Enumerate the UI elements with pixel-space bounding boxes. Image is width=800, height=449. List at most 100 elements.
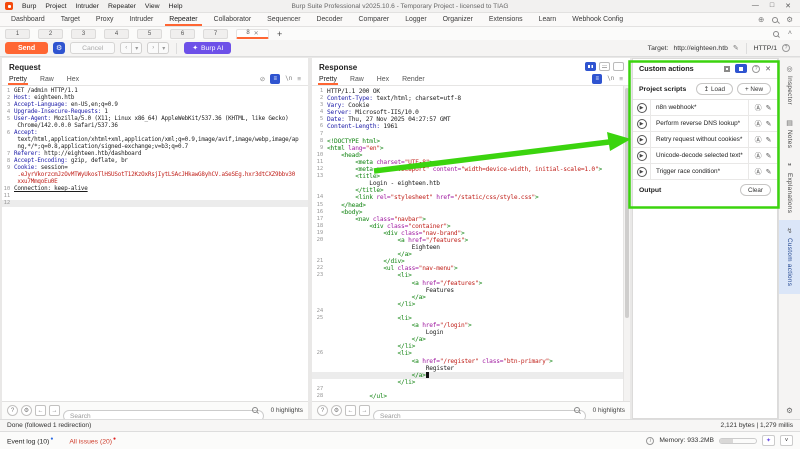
response-tab-hex[interactable]: Hex	[377, 73, 389, 85]
menu-intruder[interactable]: Intruder	[76, 3, 99, 10]
layout-columns-icon[interactable]	[585, 62, 596, 71]
close-button[interactable]: ✕	[785, 2, 791, 10]
newline-toggle-icon[interactable]: \n	[285, 76, 292, 82]
run-script-button[interactable]: ▶	[637, 151, 647, 161]
repeater-tab-6[interactable]: 6	[170, 29, 195, 39]
menu-view[interactable]: View	[145, 3, 160, 10]
main-tab-comparer[interactable]: Comparer	[351, 13, 398, 26]
http-version-help-icon[interactable]: ?	[782, 44, 790, 52]
prettify-toggle-icon[interactable]: ≡	[270, 74, 280, 84]
run-script-button[interactable]: ▶	[637, 103, 647, 113]
edit-script-icon[interactable]: ✎	[766, 104, 772, 112]
request-editor[interactable]: 1GET /admin HTTP/1.12Host: eighteen.htb3…	[2, 86, 308, 401]
repeater-tab-4[interactable]: 4	[104, 29, 129, 39]
main-tab-intruder[interactable]: Intruder	[122, 13, 162, 26]
editor-menu-icon[interactable]: ≡	[619, 76, 623, 83]
repeater-tab-7[interactable]: 7	[203, 29, 228, 39]
repeater-tab-1[interactable]: 1	[5, 29, 30, 39]
repeater-tab-3[interactable]: 3	[71, 29, 96, 39]
response-editor[interactable]: 1HTTP/1.1 200 OK2Content-Type: text/html…	[312, 86, 630, 401]
maximize-button[interactable]: □	[770, 2, 774, 10]
tab-close-icon[interactable]: ✕	[254, 30, 259, 37]
repeater-tab-5[interactable]: 5	[137, 29, 162, 39]
main-tab-repeater[interactable]: Repeater	[161, 13, 205, 26]
repeater-tab-2[interactable]: 2	[38, 29, 63, 39]
settings-gear-icon[interactable]: ⚙	[786, 15, 793, 24]
globe-icon[interactable]: ⊕	[758, 15, 764, 24]
menu-repeater[interactable]: Repeater	[108, 3, 136, 10]
http-version-label[interactable]: HTTP/1	[754, 45, 777, 52]
panel-view-toggle-icon[interactable]	[735, 64, 747, 73]
search-settings-icon[interactable]: ⚙	[331, 405, 342, 416]
menu-project[interactable]: Project	[45, 3, 66, 10]
main-tab-learn[interactable]: Learn	[531, 13, 565, 26]
send-button[interactable]: Send	[5, 42, 48, 54]
ai-action-icon[interactable]: Ⓐ	[755, 103, 762, 113]
find-next-button[interactable]: →	[359, 405, 370, 416]
newline-toggle-icon[interactable]: \n	[607, 76, 614, 82]
main-tab-logger[interactable]: Logger	[397, 13, 434, 26]
history-back-button[interactable]: ‹	[120, 42, 132, 54]
main-tab-collaborator[interactable]: Collaborator	[206, 13, 260, 26]
menu-help[interactable]: Help	[169, 3, 183, 10]
collapse-icon[interactable]: ˄	[788, 30, 792, 37]
sidebar-settings-gear-icon[interactable]: ⚙	[779, 406, 800, 419]
search-settings-icon[interactable]: ⚙	[21, 405, 32, 416]
find-previous-button[interactable]: ←	[345, 405, 356, 416]
all-issues-link[interactable]: All issues (20)●	[69, 436, 116, 445]
burp-ai-button[interactable]: ✦ Burp AI	[184, 42, 231, 54]
ai-action-icon[interactable]: Ⓐ	[755, 119, 762, 129]
edit-script-icon[interactable]: ✎	[766, 168, 772, 176]
sidebar-tab-notes[interactable]: ▤Notes	[779, 112, 800, 155]
edit-target-pencil-icon[interactable]: ✎	[733, 44, 739, 52]
edit-script-icon[interactable]: ✎	[766, 120, 772, 128]
main-tab-organizer[interactable]: Organizer	[435, 13, 481, 26]
custom-actions-help-icon[interactable]: ?	[752, 65, 760, 73]
history-forward-dropdown[interactable]: ▾	[159, 42, 169, 54]
compact-view-toggle-icon[interactable]	[724, 66, 730, 72]
burp-ai-credits-icon[interactable]: ✦	[762, 435, 775, 446]
response-tab-render[interactable]: Render	[402, 73, 425, 85]
main-tab-sequencer[interactable]: Sequencer	[259, 13, 308, 26]
layout-rows-icon[interactable]	[599, 62, 610, 71]
custom-actions-close-icon[interactable]: ✕	[765, 65, 771, 73]
main-tab-target[interactable]: Target	[53, 13, 88, 26]
statusbar-dropdown-icon[interactable]: ˅	[780, 435, 793, 446]
edit-script-icon[interactable]: ✎	[766, 152, 772, 160]
history-back-dropdown[interactable]: ▾	[132, 42, 142, 54]
main-tab-decoder[interactable]: Decoder	[309, 13, 351, 26]
layout-single-icon[interactable]	[613, 62, 624, 71]
run-script-button[interactable]: ▶	[637, 135, 647, 145]
edit-script-icon[interactable]: ✎	[766, 136, 772, 144]
run-script-button[interactable]: ▶	[637, 119, 647, 129]
tab-search-icon[interactable]	[773, 31, 779, 37]
cancel-button[interactable]: Cancel	[70, 42, 115, 54]
repeater-tab-8[interactable]: 8✕	[236, 29, 269, 39]
event-log-link[interactable]: Event log (10)●	[7, 436, 53, 445]
sidebar-tab-custom-actions[interactable]: ↯Custom actions	[779, 220, 800, 293]
history-forward-button[interactable]: ›	[147, 42, 159, 54]
request-tab-raw[interactable]: Raw	[40, 73, 54, 85]
main-tab-dashboard[interactable]: Dashboard	[3, 13, 53, 26]
clear-output-button[interactable]: Clear	[740, 184, 771, 196]
sidebar-tab-explanations[interactable]: ❝Explanations	[779, 155, 800, 220]
editor-menu-icon[interactable]: ≡	[297, 76, 301, 83]
search-icon[interactable]	[772, 17, 778, 23]
find-next-button[interactable]: →	[49, 405, 60, 416]
main-tab-webhook-config[interactable]: Webhook Config	[564, 13, 631, 26]
response-scrollbar[interactable]	[623, 86, 630, 401]
minimize-button[interactable]: —	[752, 2, 759, 10]
main-tab-extensions[interactable]: Extensions	[481, 13, 531, 26]
find-previous-button[interactable]: ←	[35, 405, 46, 416]
search-help-icon[interactable]: ?	[7, 405, 18, 416]
run-script-button[interactable]: ▶	[637, 167, 647, 177]
load-script-button[interactable]: ↥ Load	[696, 83, 733, 95]
prettify-toggle-icon[interactable]: ≡	[592, 74, 602, 84]
request-tab-pretty[interactable]: Pretty	[9, 73, 27, 85]
new-script-button[interactable]: + New	[737, 83, 771, 95]
ai-action-icon[interactable]: Ⓐ	[755, 151, 762, 161]
memory-info-icon[interactable]: i	[646, 437, 654, 445]
scrollbar-thumb[interactable]	[625, 88, 629, 318]
search-help-icon[interactable]: ?	[317, 405, 328, 416]
nonprintable-chars-icon[interactable]: ⊘	[260, 75, 265, 83]
